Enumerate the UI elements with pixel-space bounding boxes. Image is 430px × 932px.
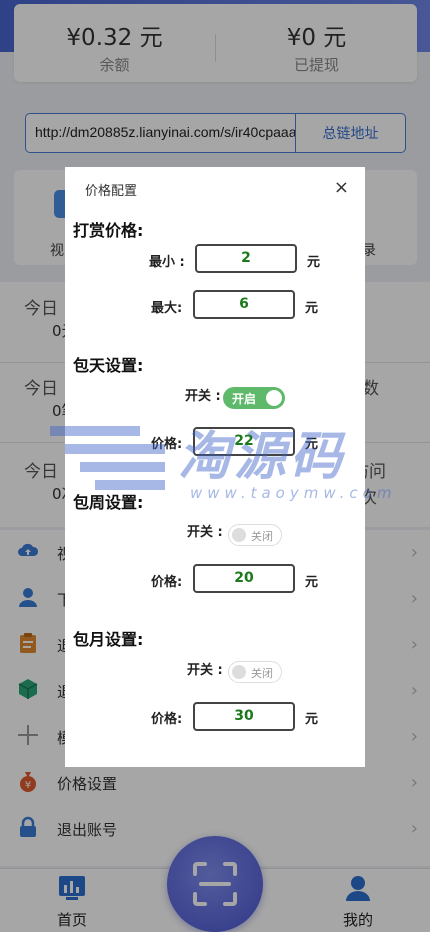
- daily-toggle[interactable]: 开启: [223, 387, 285, 409]
- watermark-url: www.taoymw.com: [190, 484, 397, 502]
- toggle-state-label: 开启: [232, 392, 257, 406]
- switch-label: 开关 :: [187, 663, 223, 678]
- max-label: 最大:: [151, 301, 183, 316]
- monthly-toggle[interactable]: 关闭: [228, 661, 282, 683]
- watermark-text: 淘源码: [178, 427, 347, 487]
- watermark-logo-icon: [50, 426, 165, 490]
- reward-heading: 打赏价格:: [73, 221, 144, 240]
- switch-label: 开关 :: [185, 389, 221, 404]
- toggle-knob: [232, 665, 246, 679]
- unit-label: 元: [305, 575, 319, 590]
- monthly-heading: 包月设置:: [73, 630, 144, 649]
- unit-label: 元: [305, 712, 319, 727]
- reward-max-input[interactable]: 6: [193, 290, 295, 319]
- min-label: 最小 :: [149, 255, 185, 270]
- toggle-state-label: 关闭: [251, 530, 273, 543]
- daily-heading: 包天设置:: [73, 356, 144, 375]
- toggle-state-label: 关闭: [251, 667, 273, 680]
- reward-min-input[interactable]: 2: [195, 244, 297, 273]
- dialog-title: 价格配置: [85, 184, 138, 199]
- monthly-price-input[interactable]: 30: [193, 702, 295, 731]
- weekly-toggle[interactable]: 关闭: [228, 524, 282, 546]
- unit-label: 元: [307, 255, 321, 270]
- price-label: 价格:: [151, 575, 183, 590]
- price-label: 价格:: [151, 712, 183, 727]
- close-icon[interactable]: ×: [334, 177, 349, 198]
- watermark: 淘源码 www.taoymw.com: [50, 420, 391, 520]
- toggle-knob: [232, 528, 246, 542]
- toggle-knob: [266, 390, 282, 406]
- weekly-price-input[interactable]: 20: [193, 564, 295, 593]
- switch-label: 开关 :: [187, 525, 223, 540]
- unit-label: 元: [305, 301, 319, 316]
